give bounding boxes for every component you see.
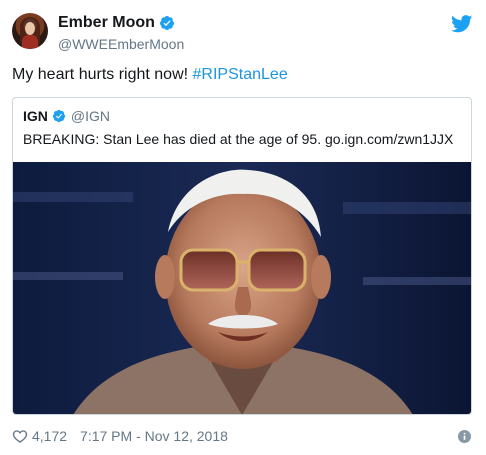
tweet-text: My heart hurts right now! #RIPStanLee bbox=[12, 66, 288, 84]
embedded-tweet: Ember Moon @WWEEmberMoon My heart hurts … bbox=[0, 0, 486, 455]
user-avatar[interactable] bbox=[12, 13, 48, 49]
user-handle[interactable]: @WWEEmberMoon bbox=[58, 36, 184, 52]
info-icon[interactable] bbox=[458, 430, 471, 443]
tweet-footer: 4,172 7:17 PM - Nov 12, 2018 bbox=[12, 428, 228, 444]
quoted-handle[interactable]: @IGN bbox=[71, 108, 110, 124]
like-count[interactable]: 4,172 bbox=[32, 428, 67, 444]
twitter-bird-icon[interactable] bbox=[451, 15, 473, 33]
user-info: Ember Moon @WWEEmberMoon bbox=[58, 12, 184, 52]
quoted-display-name[interactable]: IGN bbox=[23, 108, 48, 124]
verified-badge-icon bbox=[159, 16, 174, 30]
display-name[interactable]: Ember Moon bbox=[58, 14, 155, 32]
quoted-tweet-header: IGN @IGN bbox=[23, 108, 110, 124]
quoted-tweet-card[interactable]: IGN @IGN BREAKING: Stan Lee has died at … bbox=[12, 97, 472, 415]
verified-badge-icon bbox=[52, 109, 66, 123]
heart-icon[interactable] bbox=[12, 428, 28, 444]
tweet-timestamp[interactable]: 7:17 PM - Nov 12, 2018 bbox=[80, 428, 228, 444]
quoted-tweet-text: BREAKING: Stan Lee has died at the age o… bbox=[23, 131, 454, 147]
tweet-body: My heart hurts right now! bbox=[12, 66, 189, 83]
quoted-tweet-photo[interactable] bbox=[13, 162, 471, 415]
hashtag-link[interactable]: #RIPStanLee bbox=[193, 66, 288, 83]
